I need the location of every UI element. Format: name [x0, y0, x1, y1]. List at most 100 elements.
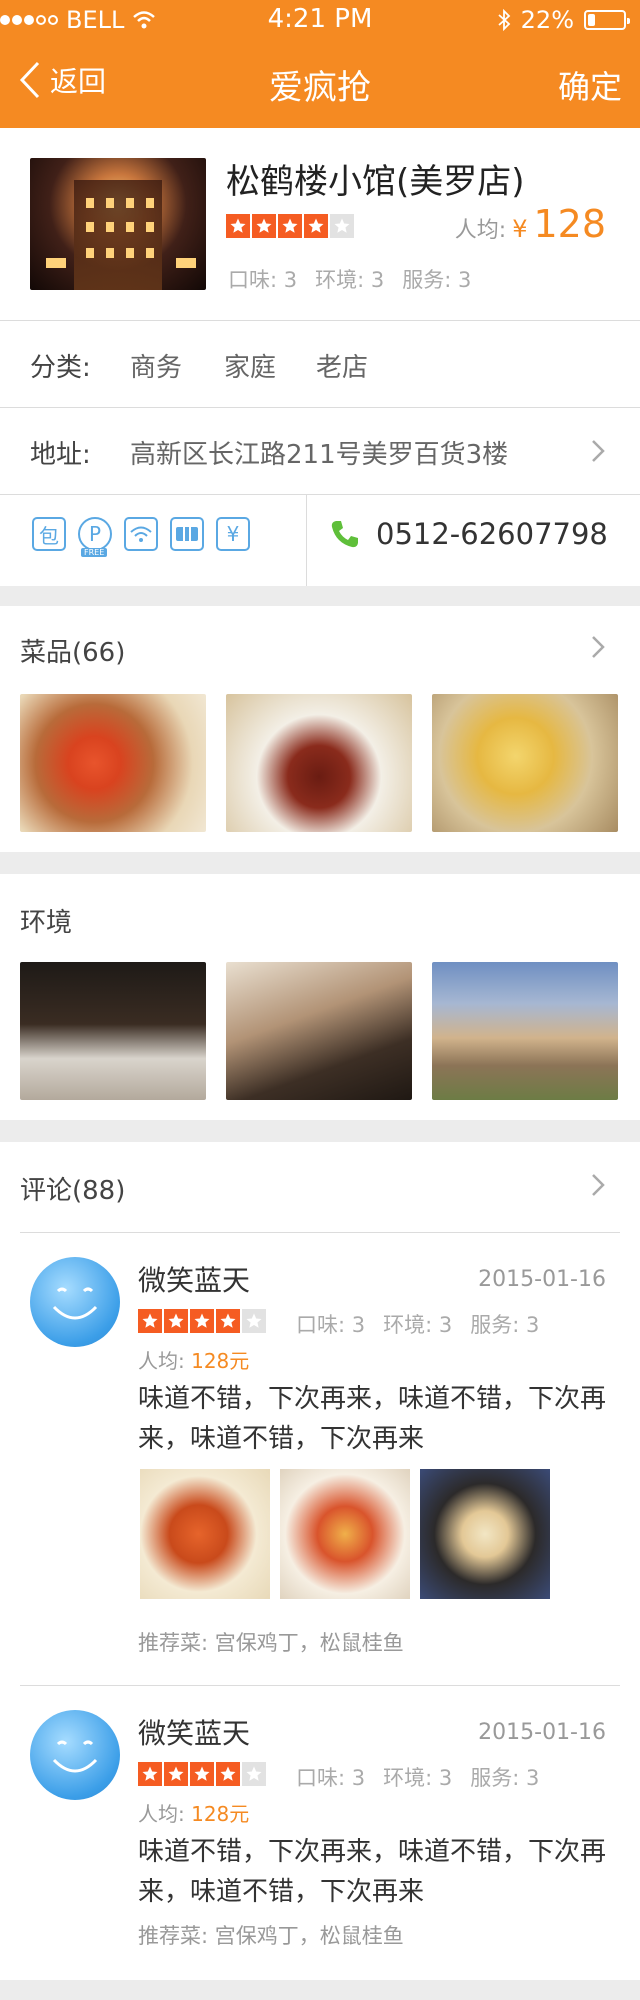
wifi-service-icon	[124, 517, 158, 551]
address-value: 高新区长江路211号美罗百货3楼	[130, 440, 509, 470]
page-title: 爱疯抢	[269, 68, 371, 108]
review-recommend: 推荐菜: 宫保鸡丁，松鼠桂鱼	[138, 1924, 404, 1948]
private-room-icon: 包	[32, 517, 66, 551]
smile-icon	[52, 1740, 98, 1773]
dish-photo[interactable]	[20, 694, 206, 832]
category-tag[interactable]: 家庭	[224, 347, 276, 384]
avatar[interactable]	[30, 1710, 120, 1800]
environment-photo[interactable]	[20, 962, 206, 1100]
screen: BELL 4:21 PM 22% 返回 爱疯抢 确定 松鹤楼小馆(美罗店) 人均…	[0, 0, 640, 2000]
review-recommend: 推荐菜: 宫保鸡丁，松鼠桂鱼	[138, 1631, 404, 1655]
score-taste: 口味: 3	[228, 268, 298, 292]
star-filled-icon	[190, 1762, 214, 1786]
review-price: 人均: 128元	[138, 1345, 249, 1374]
shop-avg-price: 人均: ¥ 128	[455, 202, 606, 246]
score-taste: 口味: 3	[296, 1766, 366, 1790]
price-value: 128元	[191, 1802, 250, 1826]
battery-percent: 22%	[520, 6, 574, 34]
category-tag[interactable]: 商务	[130, 347, 182, 384]
card-payment-icon	[170, 517, 204, 551]
score-environment: 环境: 3	[383, 1313, 453, 1337]
status-bar: BELL 4:21 PM 22%	[0, 0, 640, 40]
review-text: 味道不错，下次再来，味道不错，下次再来，味道不错，下次再来	[138, 1384, 607, 1454]
category-tag[interactable]: 老店	[316, 347, 368, 384]
dish-photo[interactable]	[432, 694, 618, 832]
review-date: 2015-01-16	[478, 1267, 606, 1292]
category-row: 分类: 商务 家庭 老店	[0, 321, 640, 407]
dishes-section: 菜品(66)	[0, 606, 640, 852]
review-rating-stars	[138, 1309, 266, 1333]
parking-free-label: FREE	[81, 548, 108, 557]
review-item: 微笑蓝天 2015-01-16 口味: 3 环境: 3 服务: 3 人均: 12…	[0, 1686, 640, 1966]
environment-photo[interactable]	[432, 962, 618, 1100]
address-label: 地址:	[30, 440, 91, 470]
chevron-right-icon	[592, 1174, 605, 1196]
star-filled-icon	[138, 1309, 162, 1333]
status-right: 22%	[497, 6, 630, 34]
phone-icon[interactable]	[330, 519, 360, 549]
star-empty-icon	[242, 1309, 266, 1333]
parking-letter: P	[88, 522, 102, 546]
review-item: 微笑蓝天 2015-01-16 口味: 3 环境: 3 服务: 3 人均: 12…	[0, 1233, 640, 1683]
reviewer-name[interactable]: 微笑蓝天	[138, 1259, 250, 1299]
chevron-right-icon	[592, 440, 605, 462]
reviews-title: 评论(88)	[20, 1176, 126, 1206]
chevron-right-icon	[592, 636, 605, 658]
environment-title: 环境	[20, 908, 73, 938]
yuan-icon: ¥	[216, 517, 250, 551]
reviews-section: 评论(88) 微笑蓝天 2015-01-16 口味: 3 环境: 3 服务: 3…	[0, 1142, 640, 1980]
parking-icon: P FREE	[78, 517, 112, 557]
star-filled-icon	[164, 1309, 188, 1333]
confirm-button[interactable]: 确定	[558, 62, 622, 108]
dishes-title: 菜品(66)	[20, 638, 126, 668]
avg-value: 128	[533, 202, 606, 246]
price-label: 人均:	[138, 1349, 185, 1373]
price-value: 128元	[191, 1349, 250, 1373]
review-photo[interactable]	[140, 1469, 270, 1599]
score-service: 服务: 3	[470, 1313, 540, 1337]
smile-icon	[52, 1287, 98, 1320]
score-environment: 环境: 3	[315, 268, 385, 292]
review-text: 味道不错，下次再来，味道不错，下次再来，味道不错，下次再来	[138, 1837, 607, 1907]
facility-row: 包 P FREE ¥ 0512-62607798	[0, 495, 640, 586]
star-filled-icon	[278, 214, 302, 238]
top-bar: BELL 4:21 PM 22% 返回 爱疯抢 确定	[0, 0, 640, 128]
reviewer-name[interactable]: 微笑蓝天	[138, 1712, 250, 1752]
category-label: 分类:	[30, 353, 91, 383]
shop-card: 松鹤楼小馆(美罗店) 人均: ¥ 128 口味: 3 环境: 3 服务: 3 分…	[0, 128, 640, 586]
score-taste: 口味: 3	[296, 1313, 366, 1337]
environment-photo[interactable]	[226, 962, 412, 1100]
dishes-header[interactable]: 菜品(66)	[0, 606, 640, 686]
review-photo[interactable]	[420, 1469, 550, 1599]
environment-section: 环境	[0, 874, 640, 1120]
star-empty-icon	[330, 214, 354, 238]
avg-label: 人均:	[454, 218, 507, 243]
battery-icon	[584, 10, 630, 30]
star-filled-icon	[304, 214, 328, 238]
shop-scores: 口味: 3 环境: 3 服务: 3	[228, 264, 471, 294]
shop-photo[interactable]	[30, 158, 206, 290]
review-scores: 口味: 3 环境: 3 服务: 3	[296, 1762, 539, 1792]
reviews-header[interactable]: 评论(88)	[0, 1142, 640, 1232]
avg-currency: ¥	[512, 215, 528, 243]
address-row[interactable]: 地址: 高新区长江路211号美罗百货3楼	[0, 408, 640, 494]
score-environment: 环境: 3	[383, 1766, 453, 1790]
star-filled-icon	[216, 1309, 240, 1333]
avatar[interactable]	[30, 1257, 120, 1347]
star-filled-icon	[164, 1762, 188, 1786]
shop-name: 松鹤楼小馆(美罗店)	[226, 162, 525, 202]
bluetooth-icon	[498, 9, 510, 31]
review-photo[interactable]	[280, 1469, 410, 1599]
star-filled-icon	[138, 1762, 162, 1786]
star-filled-icon	[190, 1309, 214, 1333]
review-date: 2015-01-16	[478, 1720, 606, 1745]
star-filled-icon	[226, 214, 250, 238]
review-rating-stars	[138, 1762, 266, 1786]
shop-rating-stars	[226, 214, 354, 238]
review-scores: 口味: 3 环境: 3 服务: 3	[296, 1309, 539, 1339]
review-price: 人均: 128元	[138, 1798, 249, 1827]
phone-number[interactable]: 0512-62607798	[376, 517, 608, 551]
dish-photo[interactable]	[226, 694, 412, 832]
star-filled-icon	[252, 214, 276, 238]
price-label: 人均:	[138, 1802, 185, 1826]
